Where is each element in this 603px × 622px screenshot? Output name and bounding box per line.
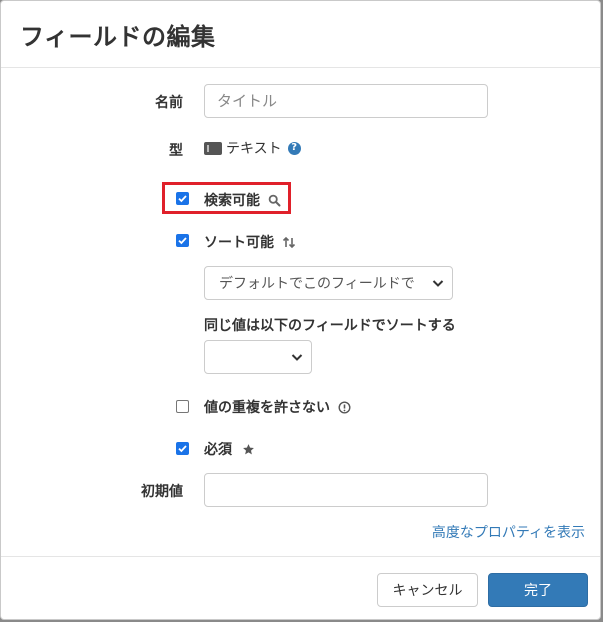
type-label: 型: [169, 143, 183, 159]
dialog-header: フィールドの編集: [1, 1, 600, 68]
sortable-checkbox-row: [176, 234, 189, 247]
sortable-label-group: ソート可能: [204, 232, 296, 252]
searchable-checkbox-row: [176, 192, 189, 205]
text-type-icon: [204, 141, 222, 155]
searchable-checkbox[interactable]: [176, 192, 189, 205]
star-icon: [242, 443, 255, 456]
dialog-title: フィールドの編集: [20, 23, 216, 51]
question-circle-icon[interactable]: ?: [287, 141, 301, 155]
required-checkbox-row: [176, 442, 189, 455]
name-input[interactable]: [204, 84, 488, 118]
exclamation-circle-icon: [338, 400, 351, 414]
sort-arrows-icon: [282, 236, 296, 249]
type-value: テキスト ?: [204, 138, 301, 158]
chevron-down-icon: [291, 354, 303, 361]
tie-break-select[interactable]: [204, 340, 312, 374]
sort-order-select-value: デフォルトでこのフィールドで: [219, 276, 415, 292]
default-value-label: 初期値: [141, 484, 183, 500]
required-label: 必須: [204, 442, 232, 458]
searchable-label-group: 検索可能: [204, 190, 281, 210]
show-advanced-properties-link[interactable]: 高度なプロパティを表示: [432, 522, 585, 542]
sortable-label: ソート可能: [204, 235, 274, 251]
done-button[interactable]: 完了: [488, 573, 588, 607]
unique-checkbox-row: [176, 400, 189, 413]
cancel-button[interactable]: キャンセル: [377, 573, 478, 607]
dialog-footer: キャンセル 完了: [1, 556, 600, 620]
chevron-down-icon: [432, 280, 444, 287]
sortable-checkbox[interactable]: [176, 234, 189, 247]
edit-field-dialog: フィールドの編集 名前 型 テキスト ? 検索可能 ソート可能 デフォルトでこの…: [0, 0, 601, 620]
type-value-text: テキスト: [226, 141, 282, 157]
name-label: 名前: [155, 95, 183, 111]
required-checkbox[interactable]: [176, 442, 189, 455]
searchable-label: 検索可能: [204, 193, 260, 209]
search-icon: [268, 194, 281, 207]
unique-checkbox[interactable]: [176, 400, 189, 413]
required-label-group: 必須: [204, 439, 255, 459]
tie-break-label: 同じ値は以下のフィールドでソートする: [204, 318, 456, 334]
unique-label-group: 値の重複を許さない: [204, 397, 351, 417]
default-value-input[interactable]: [204, 473, 488, 507]
unique-label: 値の重複を許さない: [204, 400, 330, 416]
sort-order-select[interactable]: デフォルトでこのフィールドで: [204, 266, 453, 300]
